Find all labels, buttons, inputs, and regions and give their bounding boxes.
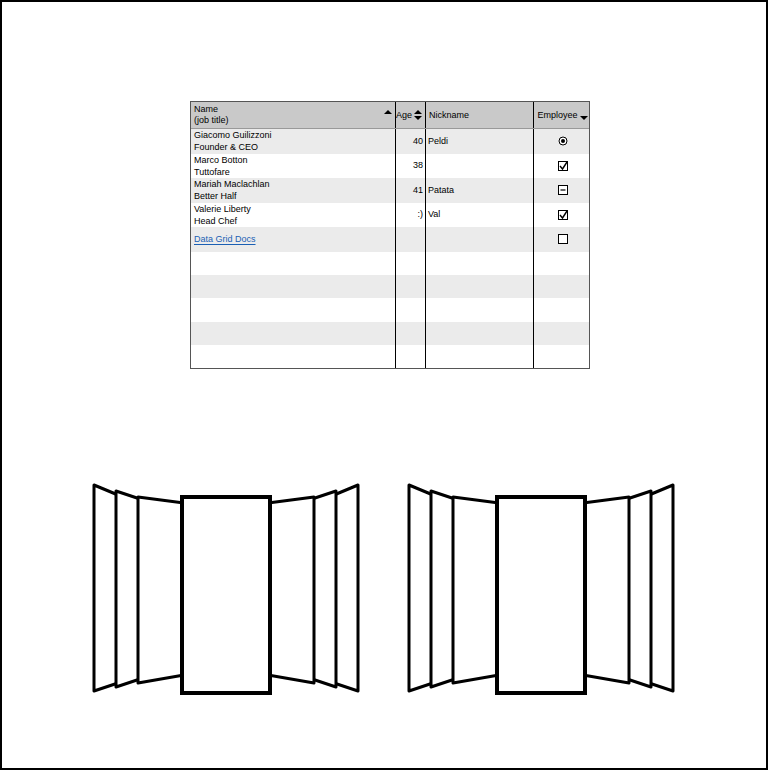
data-grid[interactable]: Name(job title)AgeNicknameEmployeeGiacom…	[190, 101, 590, 369]
sort-icon	[580, 110, 588, 120]
cover-flow[interactable]	[90, 483, 362, 705]
table-row[interactable]: Mariah MaclachlanBetter Half41Patata	[191, 178, 589, 203]
table-row[interactable]: Giacomo GuilizzoniFounder & CEO40Peldi	[191, 129, 589, 154]
cover-flow-row	[90, 483, 766, 705]
checkbox-icon[interactable]	[558, 161, 568, 171]
column-header[interactable]: Employee	[534, 102, 591, 128]
wireframe-canvas: Name(job title)AgeNicknameEmployeeGiacom…	[0, 0, 768, 770]
empty-row	[191, 345, 589, 368]
column-header[interactable]: Age	[396, 102, 426, 128]
empty-row	[191, 252, 589, 275]
table-row[interactable]: Valerie LibertyHead Chef:)Val	[191, 203, 589, 228]
radio-icon[interactable]	[558, 136, 568, 146]
sort-icon	[414, 110, 422, 120]
checkbox-icon[interactable]	[558, 185, 568, 195]
table-row[interactable]: Marco BottonTuttofare38	[191, 154, 589, 179]
checkbox-icon[interactable]	[558, 210, 568, 220]
table-row[interactable]: Data Grid Docs	[191, 227, 589, 252]
empty-row	[191, 322, 589, 345]
table-header: Name(job title)AgeNicknameEmployee	[191, 102, 589, 129]
column-header[interactable]: Name(job title)	[191, 102, 396, 128]
checkbox-icon[interactable]	[558, 234, 568, 244]
empty-row	[191, 275, 589, 298]
empty-row	[191, 298, 589, 321]
column-header[interactable]: Nickname	[426, 102, 534, 128]
cover-flow[interactable]	[405, 483, 677, 705]
sort-icon	[384, 110, 392, 120]
docs-link[interactable]: Data Grid Docs	[194, 233, 392, 245]
